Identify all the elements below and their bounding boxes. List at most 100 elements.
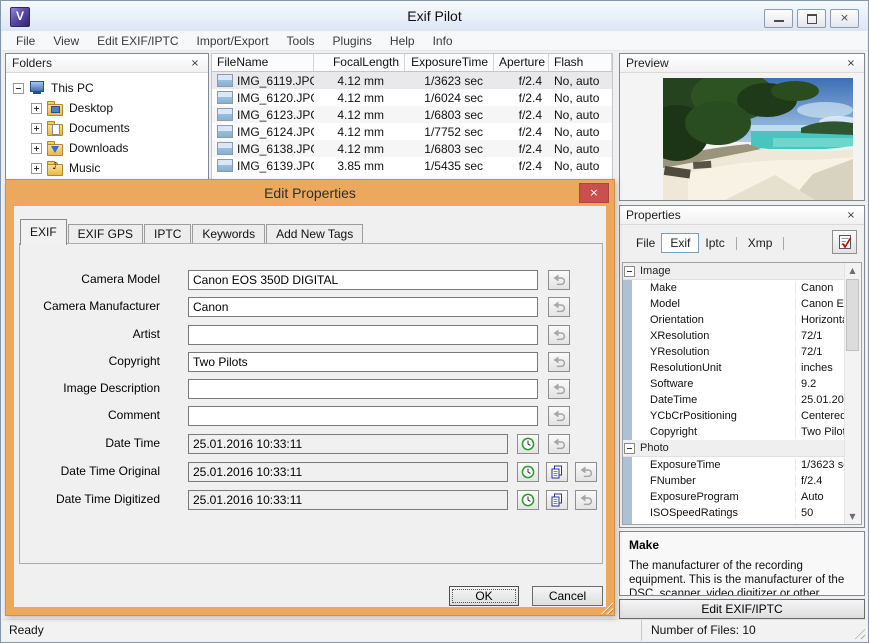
cell-filename: IMG_6119.JPG bbox=[237, 73, 314, 88]
table-row[interactable]: IMG_6124.JPG 4.12 mm 1/7752 sec f/2.4 No… bbox=[212, 123, 612, 140]
edit-exif-iptc-button[interactable]: Edit EXIF/IPTC bbox=[619, 599, 865, 619]
property-row[interactable]: OrientationHorizontal (normal) bbox=[623, 312, 845, 328]
dialog-close-button[interactable]: × bbox=[579, 183, 609, 203]
camera-model-field[interactable] bbox=[188, 270, 538, 290]
menu-plugins[interactable]: Plugins bbox=[324, 34, 381, 48]
property-row[interactable]: Software 9.2 bbox=[623, 376, 845, 392]
table-row[interactable]: IMG_6119.JPG 4.12 mm 1/3623 sec f/2.4 No… bbox=[212, 72, 612, 89]
minimize-button[interactable] bbox=[764, 9, 793, 28]
property-row[interactable]: CopyrightTwo Pilots bbox=[623, 424, 845, 440]
undo-button[interactable] bbox=[548, 406, 570, 426]
collapse-icon[interactable] bbox=[624, 265, 635, 277]
property-row[interactable]: YCbCrPositioning Centered bbox=[623, 408, 845, 424]
camera-manufacturer-field[interactable] bbox=[188, 297, 538, 317]
undo-button[interactable] bbox=[548, 325, 570, 345]
tree-item-documents[interactable]: Documents bbox=[6, 118, 208, 138]
undo-button[interactable] bbox=[548, 270, 570, 290]
copyright-field[interactable] bbox=[188, 352, 538, 372]
property-row[interactable]: YResolution 72/1 bbox=[623, 344, 845, 360]
undo-button[interactable] bbox=[575, 462, 597, 482]
table-row[interactable]: IMG_6139.JPG 3.85 mm 1/5435 sec f/2.4 No… bbox=[212, 157, 612, 174]
property-row[interactable]: ResolutionUnit inches bbox=[623, 360, 845, 376]
tree-item-downloads[interactable]: Downloads bbox=[6, 138, 208, 158]
preview-close-icon[interactable]: × bbox=[844, 58, 858, 69]
property-row[interactable]: DateTime25.01.2016 10:3... bbox=[623, 392, 845, 408]
table-row[interactable]: IMG_6138.JPG 4.12 mm 1/6803 sec f/2.4 No… bbox=[212, 140, 612, 157]
close-button[interactable]: × bbox=[830, 9, 859, 28]
column-header-focallength[interactable]: FocalLength bbox=[314, 54, 405, 71]
scroll-up-icon[interactable]: ▲ bbox=[845, 263, 860, 278]
property-row[interactable]: ExposureProgram Auto bbox=[623, 489, 845, 505]
resize-grip[interactable] bbox=[852, 626, 865, 639]
expand-icon[interactable] bbox=[31, 162, 42, 174]
copy-button[interactable] bbox=[546, 490, 568, 510]
column-header-filename[interactable]: FileName bbox=[212, 54, 314, 71]
property-row[interactable]: FNumber f/2.4 bbox=[623, 473, 845, 489]
tab-keywords[interactable]: Keywords bbox=[192, 224, 266, 244]
tree-item-music[interactable]: ♪ Music bbox=[6, 158, 208, 178]
scrollbar-thumb[interactable] bbox=[846, 279, 859, 351]
expand-icon[interactable] bbox=[31, 102, 42, 114]
clock-button[interactable] bbox=[517, 462, 539, 482]
image-description-field[interactable] bbox=[188, 379, 538, 399]
undo-button[interactable] bbox=[548, 379, 570, 399]
menu-info[interactable]: Info bbox=[424, 34, 462, 48]
group-row-photo[interactable]: Photo bbox=[623, 440, 845, 457]
tab-xmp[interactable]: Xmp bbox=[742, 234, 779, 252]
folders-close-icon[interactable]: × bbox=[188, 58, 202, 69]
scroll-down-icon[interactable]: ▼ bbox=[845, 509, 860, 524]
edit-tags-button[interactable] bbox=[832, 230, 857, 254]
date-time-digitized-field[interactable] bbox=[188, 490, 508, 510]
column-header-exposuretime[interactable]: ExposureTime bbox=[405, 54, 494, 71]
property-row[interactable]: ISOSpeedRatings 50 bbox=[623, 505, 845, 521]
tab-add-new-tags[interactable]: Add New Tags bbox=[266, 224, 364, 244]
property-row[interactable]: ModelCanon EOS 350... bbox=[623, 296, 845, 312]
menu-file[interactable]: File bbox=[7, 34, 44, 48]
undo-button[interactable] bbox=[548, 434, 570, 454]
expand-icon[interactable] bbox=[31, 142, 42, 154]
undo-button[interactable] bbox=[575, 490, 597, 510]
cell-filename: IMG_6123.JPG bbox=[237, 107, 314, 122]
tab-file[interactable]: File bbox=[630, 234, 661, 252]
tab-exif[interactable]: EXIF bbox=[20, 219, 67, 245]
expand-icon[interactable] bbox=[31, 122, 42, 134]
artist-field[interactable] bbox=[188, 325, 538, 345]
clock-button[interactable] bbox=[517, 490, 539, 510]
tree-item-this-pc[interactable]: This PC bbox=[6, 78, 208, 98]
tree-item-desktop[interactable]: Desktop bbox=[6, 98, 208, 118]
copy-button[interactable] bbox=[546, 462, 568, 482]
properties-close-icon[interactable]: × bbox=[844, 210, 858, 221]
menu-view[interactable]: View bbox=[44, 34, 88, 48]
property-row[interactable]: XResolution 72/1 bbox=[623, 328, 845, 344]
group-row-image[interactable]: Image bbox=[623, 263, 845, 280]
tab-iptc[interactable]: Iptc bbox=[699, 234, 730, 252]
date-time-original-field[interactable] bbox=[188, 462, 508, 482]
clock-button[interactable] bbox=[517, 434, 539, 454]
menu-tools[interactable]: Tools bbox=[278, 34, 324, 48]
menu-edit-exif-iptc[interactable]: Edit EXIF/IPTC bbox=[88, 34, 187, 48]
column-header-flash[interactable]: Flash bbox=[549, 54, 612, 71]
column-header-aperture[interactable]: Aperture bbox=[494, 54, 549, 71]
property-row[interactable]: ExposureTime1/3623 sec bbox=[623, 457, 845, 473]
tree-label: Documents bbox=[69, 121, 130, 135]
tab-exif-gps[interactable]: EXIF GPS bbox=[67, 224, 144, 244]
comment-field[interactable] bbox=[188, 406, 538, 426]
undo-button[interactable] bbox=[548, 352, 570, 372]
menu-import-export[interactable]: Import/Export bbox=[188, 34, 278, 48]
scrollbar[interactable]: ▲ ▼ bbox=[844, 263, 861, 524]
menu-help[interactable]: Help bbox=[381, 34, 424, 48]
date-time-field[interactable] bbox=[188, 434, 508, 454]
property-row[interactable]: Make Canon bbox=[623, 280, 845, 296]
collapse-icon[interactable] bbox=[624, 442, 635, 454]
camera-manufacturer-label: Camera Manufacturer bbox=[43, 299, 160, 313]
undo-button[interactable] bbox=[548, 297, 570, 317]
maximize-button[interactable] bbox=[797, 9, 826, 28]
tab-exif[interactable]: Exif bbox=[661, 233, 700, 253]
cancel-button[interactable]: Cancel bbox=[532, 586, 603, 606]
table-row[interactable]: IMG_6120.JPG 4.12 mm 1/6024 sec f/2.4 No… bbox=[212, 89, 612, 106]
table-row[interactable]: IMG_6123.JPG 4.12 mm 1/6803 sec f/2.4 No… bbox=[212, 106, 612, 123]
collapse-icon[interactable] bbox=[13, 82, 24, 94]
tab-iptc[interactable]: IPTC bbox=[144, 224, 192, 244]
property-row[interactable]: ExifVersion0221 bbox=[623, 521, 845, 524]
ok-button[interactable]: OK bbox=[449, 586, 519, 606]
